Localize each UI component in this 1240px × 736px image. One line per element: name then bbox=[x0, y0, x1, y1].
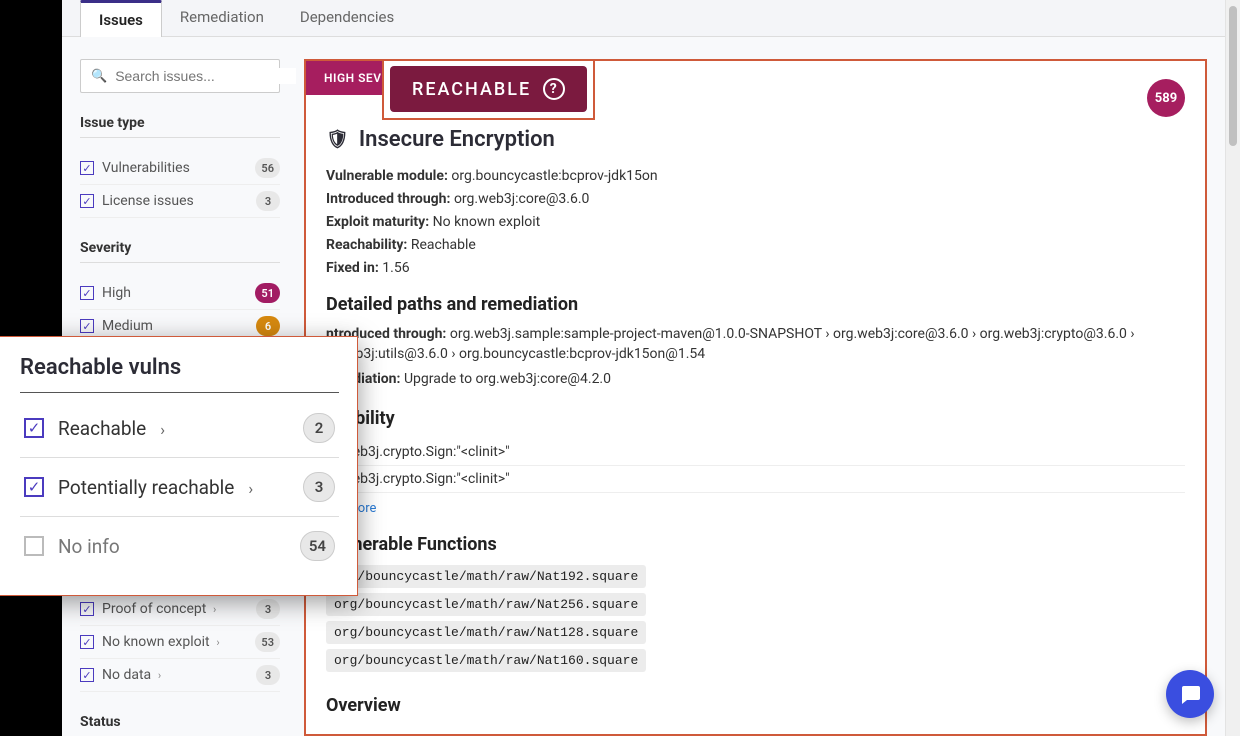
count-badge: 2 bbox=[303, 413, 335, 443]
score-badge: 589 bbox=[1147, 79, 1185, 117]
issue-title-text: Insecure Encryption bbox=[359, 127, 555, 152]
filter-label: License issues bbox=[102, 193, 256, 209]
tab-remediation[interactable]: Remediation bbox=[162, 0, 282, 36]
reach-path-row: rg.web3j.crypto.Sign:"<clinit>" bbox=[326, 466, 1185, 493]
issue-detail-panel: HIGH SEVE REACHABLE ? 589 🛡 Insecure Enc… bbox=[304, 59, 1207, 736]
meta-reachability: Reachability: Reachable bbox=[326, 237, 1185, 253]
tab-bar: Issues Remediation Dependencies bbox=[62, 0, 1225, 37]
reachable-badge: REACHABLE ? bbox=[390, 66, 587, 112]
filter-group-issue-type: Issue type bbox=[80, 115, 280, 138]
chevron-right-icon: › bbox=[244, 479, 253, 498]
overlay-label: Potentially reachable › bbox=[58, 476, 303, 499]
vuln-func-chip: org/bouncycastle/math/raw/Nat160.square bbox=[326, 649, 646, 672]
filter-label: No data › bbox=[102, 667, 256, 683]
checkbox-icon[interactable] bbox=[80, 161, 94, 175]
count-badge: 3 bbox=[256, 665, 280, 685]
help-icon[interactable]: ? bbox=[543, 78, 565, 100]
issue-title: 🛡 Insecure Encryption bbox=[326, 127, 1185, 152]
checkbox-icon[interactable] bbox=[24, 477, 44, 497]
reachable-vulns-overlay: Reachable vulns Reachable › 2 Potentiall… bbox=[0, 336, 358, 596]
filter-no-known-exploit[interactable]: No known exploit › 53 bbox=[80, 626, 280, 659]
meta-vulnerable-module: Vulnerable module: org.bouncycastle:bcpr… bbox=[326, 168, 1185, 184]
vuln-func-chip: org/bouncycastle/math/raw/Nat192.square bbox=[326, 565, 646, 588]
overlay-title: Reachable vulns bbox=[20, 355, 339, 393]
count-badge: 51 bbox=[255, 283, 280, 303]
chevron-right-icon: › bbox=[156, 420, 165, 439]
filter-label: Medium bbox=[102, 318, 256, 334]
path-remediation: emediation: Upgrade to org.web3j:core@4.… bbox=[326, 370, 1185, 390]
overlay-label: Reachable › bbox=[58, 417, 303, 440]
meta-exploit-maturity: Exploit maturity: No known exploit bbox=[326, 214, 1185, 230]
tab-dependencies[interactable]: Dependencies bbox=[282, 0, 412, 36]
checkbox-icon[interactable] bbox=[80, 319, 94, 333]
section-reachability-title: chability bbox=[326, 408, 1185, 429]
count-badge: 54 bbox=[300, 531, 335, 561]
checkbox-icon[interactable] bbox=[24, 418, 44, 438]
filter-label: Proof of concept › bbox=[102, 601, 256, 617]
count-badge: 6 bbox=[256, 316, 280, 336]
count-badge: 3 bbox=[303, 472, 335, 502]
checkbox-icon[interactable] bbox=[80, 635, 94, 649]
overlay-label: No info bbox=[58, 535, 300, 558]
filter-proof-of-concept[interactable]: Proof of concept › 3 bbox=[80, 593, 280, 626]
filter-label: No known exploit › bbox=[102, 634, 255, 650]
meta-introduced-through: Introduced through: org.web3j:core@3.6.0 bbox=[326, 191, 1185, 207]
filter-label: Vulnerabilities bbox=[102, 160, 255, 176]
vuln-func-chip: org/bouncycastle/math/raw/Nat128.square bbox=[326, 621, 646, 644]
filter-license-issues[interactable]: License issues 3 bbox=[80, 185, 280, 218]
section-paths-title: Detailed paths and remediation bbox=[326, 294, 1185, 315]
show-more-link[interactable]: ow more bbox=[326, 501, 1185, 516]
checkbox-icon[interactable] bbox=[80, 286, 94, 300]
chat-fab[interactable] bbox=[1166, 670, 1214, 718]
vuln-func-chip: org/bouncycastle/math/raw/Nat256.square bbox=[326, 593, 646, 616]
section-overview-title: Overview bbox=[326, 695, 1185, 716]
overlay-item-potentially-reachable[interactable]: Potentially reachable › 3 bbox=[20, 458, 339, 517]
chat-icon bbox=[1178, 682, 1202, 706]
count-badge: 56 bbox=[255, 158, 280, 178]
chevron-right-icon: › bbox=[214, 636, 220, 649]
chevron-right-icon: › bbox=[210, 603, 216, 616]
chevron-right-icon: › bbox=[155, 669, 161, 682]
section-vuln-functions-title: Vulnerable Functions bbox=[326, 534, 1185, 555]
checkbox-icon[interactable] bbox=[80, 668, 94, 682]
checkbox-icon[interactable] bbox=[24, 536, 44, 556]
filter-label: High bbox=[102, 285, 255, 301]
meta-fixed-in: Fixed in: 1.56 bbox=[326, 260, 1185, 276]
shield-icon: 🛡 bbox=[326, 129, 349, 150]
filter-high[interactable]: High 51 bbox=[80, 277, 280, 310]
filter-no-data[interactable]: No data › 3 bbox=[80, 659, 280, 692]
overlay-item-no-info[interactable]: No info 54 bbox=[20, 517, 339, 575]
checkbox-icon[interactable] bbox=[80, 194, 94, 208]
reachable-highlight: REACHABLE ? bbox=[382, 59, 595, 120]
filter-group-status: Status bbox=[80, 714, 280, 736]
checkbox-icon[interactable] bbox=[80, 602, 94, 616]
count-badge: 3 bbox=[256, 191, 280, 211]
scrollbar-thumb[interactable] bbox=[1229, 6, 1237, 146]
search-input[interactable] bbox=[115, 68, 296, 84]
tab-issues[interactable]: Issues bbox=[80, 0, 162, 37]
reach-path-row: rg.web3j.crypto.Sign:"<clinit>" bbox=[326, 439, 1185, 466]
count-badge: 3 bbox=[256, 599, 280, 619]
path-introduced: ntroduced through: org.web3j.sample:samp… bbox=[326, 325, 1185, 364]
reachable-badge-label: REACHABLE bbox=[412, 79, 531, 100]
search-box[interactable]: 🔍 bbox=[80, 59, 280, 93]
vertical-scrollbar[interactable] bbox=[1226, 0, 1240, 736]
search-icon: 🔍 bbox=[91, 69, 107, 84]
filter-group-severity: Severity bbox=[80, 240, 280, 263]
overlay-item-reachable[interactable]: Reachable › 2 bbox=[20, 399, 339, 458]
count-badge: 53 bbox=[255, 632, 280, 652]
filter-vulnerabilities[interactable]: Vulnerabilities 56 bbox=[80, 152, 280, 185]
